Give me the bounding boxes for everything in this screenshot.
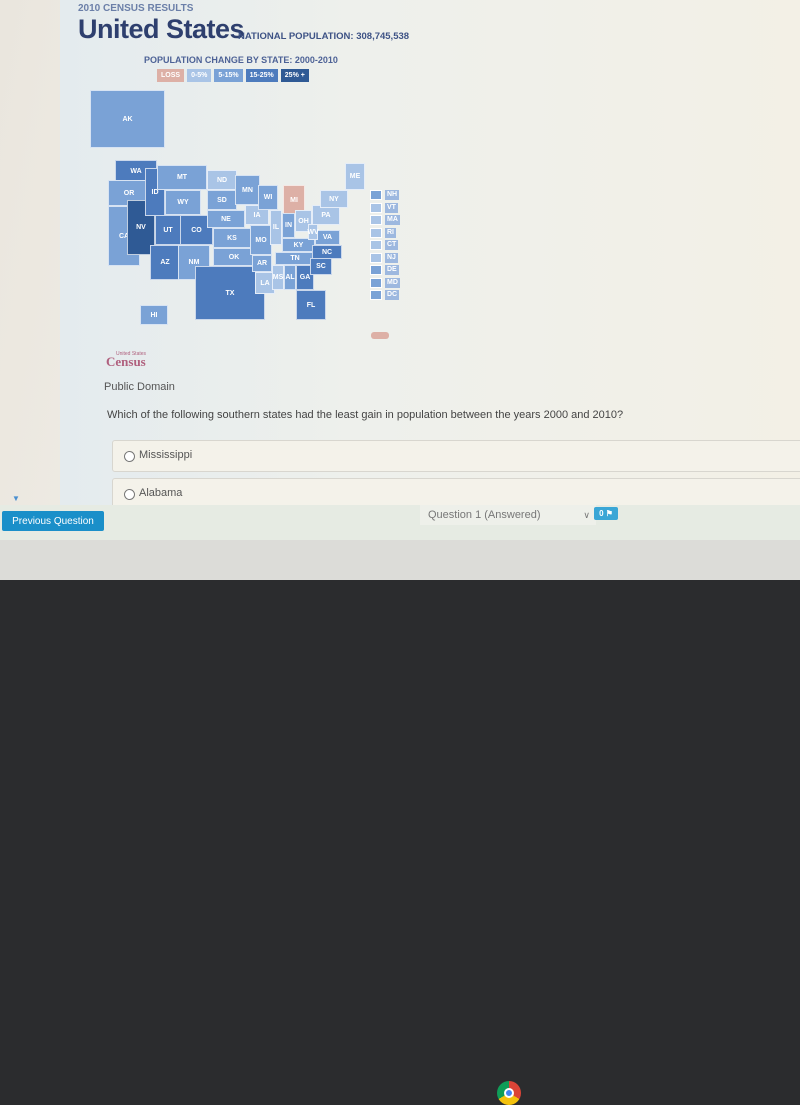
chevron-down-icon: ∨ xyxy=(583,510,590,520)
option-mississippi[interactable]: Mississippi xyxy=(112,440,800,472)
state-ky: KY xyxy=(282,238,315,252)
state-label-dc: DC xyxy=(385,290,400,300)
chrome-icon[interactable] xyxy=(497,1081,521,1105)
state-ar: AR xyxy=(252,255,272,272)
state-label-nj: NJ xyxy=(385,252,398,263)
state-ms: MS xyxy=(272,265,284,290)
question-select[interactable]: Question 1 (Answered) ∨ xyxy=(420,505,596,525)
state-box-ri xyxy=(370,227,382,238)
state-box-ma xyxy=(370,215,382,225)
state-sc: SC xyxy=(310,258,332,275)
state-label-ct: CT xyxy=(385,240,399,250)
state-ne: NE xyxy=(207,210,245,228)
license-text: Public Domain xyxy=(104,381,175,393)
state-il: IL xyxy=(270,210,282,245)
taskbar xyxy=(0,540,800,1105)
bottom-nav-bar xyxy=(0,505,800,540)
state-ks: KS xyxy=(213,228,251,248)
state-box-md xyxy=(370,277,382,288)
state-me: ME xyxy=(345,163,365,190)
state-box-nj xyxy=(370,252,382,263)
state-box-de xyxy=(370,265,382,275)
state-mn: MN xyxy=(235,175,260,205)
state-label-ma: MA xyxy=(385,215,400,225)
state-az: AZ xyxy=(150,245,180,280)
flag-count: 0 xyxy=(599,509,604,518)
state-wi: WI xyxy=(258,185,278,210)
state-fl: FL xyxy=(296,290,326,320)
state-hi: HI xyxy=(140,305,168,325)
puerto-rico xyxy=(371,332,389,339)
state-tn: TN xyxy=(275,252,315,265)
previous-question-button[interactable]: Previous Question xyxy=(2,511,104,531)
state-box-ct xyxy=(370,240,382,250)
state-box-nh xyxy=(370,190,382,200)
state-in: IN xyxy=(282,213,295,238)
question-text: Which of the following southern states h… xyxy=(107,409,624,421)
screen: 2010 CENSUS RESULTS United States NATION… xyxy=(0,0,800,545)
state-box-dc xyxy=(370,290,382,300)
radio-button[interactable] xyxy=(124,451,135,462)
state-mo: MO xyxy=(250,225,272,255)
state-label-vt: VT xyxy=(385,202,398,213)
state-ut: UT xyxy=(155,215,181,245)
state-label-nh: NH xyxy=(385,190,400,200)
state-label-ri: RI xyxy=(385,227,396,238)
flag-icon: ⚑ xyxy=(605,509,613,518)
state-label-de: DE xyxy=(385,265,399,275)
state-pa: PA xyxy=(312,205,340,225)
state-label-md: MD xyxy=(385,277,400,288)
state-nc: NC xyxy=(312,245,342,259)
state-ak: AK xyxy=(90,90,165,148)
state-al: AL xyxy=(284,265,296,290)
state-ny: NY xyxy=(320,190,348,208)
radio-button[interactable] xyxy=(124,489,135,500)
flag-button[interactable]: 0 ⚑ xyxy=(594,507,618,520)
us-map: AK HI WA OR CA NV ID MT WY UT CO AZ NM ND SD NE KS OK TX MN… xyxy=(0,0,800,400)
question-select-value: Question 1 (Answered) xyxy=(428,509,541,521)
state-wv: WV xyxy=(307,224,319,240)
option-label: Mississippi xyxy=(139,449,193,461)
state-ok: OK xyxy=(213,248,255,266)
state-nd: ND xyxy=(207,170,237,190)
option-label: Alabama xyxy=(139,487,183,499)
state-wy: WY xyxy=(165,190,201,215)
scroll-down-icon[interactable]: ▼ xyxy=(12,494,20,503)
state-sd: SD xyxy=(207,190,237,210)
census-logo: Census xyxy=(106,354,146,369)
state-box-vt xyxy=(370,202,382,213)
state-mt: MT xyxy=(157,165,207,190)
